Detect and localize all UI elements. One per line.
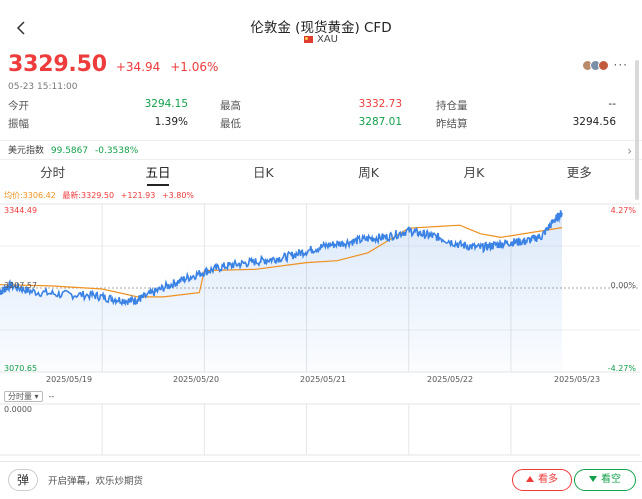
y-tick-right-top: 4.27% <box>610 206 636 215</box>
stat-label-open: 今开 <box>8 100 29 112</box>
legend-change: +121.93 <box>120 191 156 200</box>
instrument-code: XAU <box>0 34 642 45</box>
y-tick-left-top: 3344.49 <box>4 206 38 215</box>
instrument-code-text: XAU <box>316 34 338 45</box>
danmu-hint[interactable]: 开启弹幕，欢乐炒期货 <box>48 473 143 487</box>
tab-more[interactable]: 更多 <box>527 162 632 186</box>
last-price: 3329.50 <box>8 52 107 77</box>
stats-row: 今开 3294.15 最高 3332.73 持仓量 -- <box>8 98 618 116</box>
tab-daily-k[interactable]: 日K <box>211 162 316 186</box>
volume-value: -- <box>48 392 55 401</box>
stat-value-low: 3287.01 <box>358 116 402 128</box>
stat-label-high: 最高 <box>220 100 241 112</box>
tab-weekly-k[interactable]: 周K <box>316 162 421 186</box>
stats-grid: 今开 3294.15 最高 3332.73 持仓量 -- 振幅 1.39% 最低… <box>8 98 618 134</box>
legend-change-pct: +3.80% <box>161 191 195 200</box>
page-title: 伦敦金 (现货黄金) CFD <box>250 20 392 36</box>
avatar <box>597 59 609 71</box>
usd-index-value: 99.5867 <box>50 146 89 156</box>
stat-label-prev-settle: 昨结算 <box>436 118 468 130</box>
price-change: +34.94 <box>115 60 161 74</box>
x-tick-label: 2025/05/23 <box>554 375 601 384</box>
scrollbar[interactable] <box>635 60 639 200</box>
y-tick-left-mid: 3207.57 <box>4 281 38 290</box>
arrow-up-icon <box>526 476 534 482</box>
usd-index-bar[interactable]: 美元指数 99.5867 -0.3538% › <box>0 140 642 160</box>
stat-value-prev-settle: 3294.56 <box>572 116 616 128</box>
x-tick-label: 2025/05/21 <box>300 375 347 384</box>
volume-type-select[interactable]: 分时量 ▾ <box>4 391 43 402</box>
flag-icon <box>303 35 313 43</box>
volume-zero-label: 0.0000 <box>4 405 32 414</box>
stat-value-open-interest: -- <box>608 98 616 110</box>
bullish-button[interactable]: 看多 <box>512 469 572 491</box>
usd-index-name: 美元指数 <box>8 146 45 156</box>
x-tick-label: 2025/05/22 <box>427 375 474 384</box>
bearish-label: 看空 <box>601 474 621 485</box>
tab-monthly-k[interactable]: 月K <box>421 162 526 186</box>
legend-avg-price: 均价:3306.42 <box>4 191 56 200</box>
stat-value-open: 3294.15 <box>144 98 188 110</box>
usd-index-change: -0.3538% <box>94 146 139 156</box>
y-tick-right-bottom: -4.27% <box>607 364 636 373</box>
danmu-toggle-button[interactable]: 弹 <box>8 469 38 491</box>
price-change-pct: +1.06% <box>170 60 219 74</box>
chevron-right-icon[interactable]: › <box>627 141 632 161</box>
tab-five-day[interactable]: 五日 <box>105 162 210 186</box>
quote-time: 05-23 15:11:00 <box>8 82 78 92</box>
x-tick-label: 2025/05/20 <box>173 375 220 384</box>
more-options-icon[interactable]: ··· <box>614 58 628 72</box>
y-tick-left-bottom: 3070.65 <box>4 364 38 373</box>
price-area <box>0 210 562 372</box>
x-tick-label: 2025/05/19 <box>46 375 93 384</box>
bullish-label: 看多 <box>538 474 558 485</box>
volume-chart[interactable] <box>0 403 642 457</box>
stat-label-open-interest: 持仓量 <box>436 100 468 112</box>
legend-latest-price: 最新:3329.50 <box>62 191 115 200</box>
stat-value-amplitude: 1.39% <box>154 116 188 128</box>
price-row: 3329.50 +34.94 +1.06% <box>8 52 218 80</box>
top-bar: 伦敦金 (现货黄金) CFD XAU <box>0 0 642 48</box>
chart-period-tabs: 分时 五日 日K 周K 月K 更多 <box>0 162 632 186</box>
volume-type-label: 分时量 <box>8 392 32 401</box>
stat-value-high: 3332.73 <box>358 98 402 110</box>
arrow-down-icon <box>589 476 597 482</box>
bottom-bar: 弹 开启弹幕，欢乐炒期货 看多 看空 <box>0 461 642 499</box>
y-tick-right-mid: 0.00% <box>610 281 636 290</box>
stat-label-amplitude: 振幅 <box>8 118 29 130</box>
five-day-price-chart[interactable] <box>0 200 642 375</box>
tab-intraday[interactable]: 分时 <box>0 162 105 186</box>
bearish-button[interactable]: 看空 <box>574 469 636 491</box>
user-avatars[interactable]: ··· <box>581 58 628 72</box>
stat-label-low: 最低 <box>220 118 241 130</box>
volume-control: 分时量 ▾ -- <box>4 391 54 402</box>
stats-row: 振幅 1.39% 最低 3287.01 昨结算 3294.56 <box>8 116 618 134</box>
